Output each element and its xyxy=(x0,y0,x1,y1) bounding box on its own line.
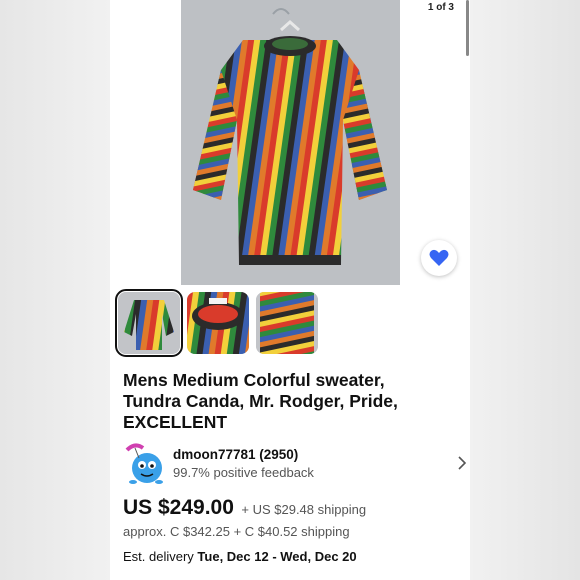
seller-avatar[interactable] xyxy=(123,440,167,486)
estimated-delivery: Est. delivery Tue, Dec 12 - Wed, Dec 20 xyxy=(123,549,357,564)
main-product-photo[interactable] xyxy=(181,0,400,285)
cartoon-avatar-icon xyxy=(125,443,163,484)
scrollbar[interactable] xyxy=(466,0,469,56)
listing-screen: 1 of 3 Mens Medium Colorful sweater, Tun… xyxy=(110,0,470,580)
background-right xyxy=(470,0,580,580)
thumb-collar xyxy=(187,292,249,354)
approx-price: approx. C $342.25 + C $40.52 shipping xyxy=(123,524,350,539)
sweater-illustration xyxy=(181,0,400,285)
delivery-dates: Tue, Dec 12 - Wed, Dec 20 xyxy=(197,549,357,564)
thumbnail-2[interactable] xyxy=(187,292,249,354)
background-left xyxy=(0,0,110,580)
thumbnail-1[interactable] xyxy=(115,289,183,357)
seller-feedback: 99.7% positive feedback xyxy=(173,465,314,480)
delivery-label: Est. delivery xyxy=(123,549,198,564)
watch-button[interactable] xyxy=(421,240,457,276)
seller-row[interactable]: dmoon77781 (2950) 99.7% positive feedbac… xyxy=(123,440,467,486)
price: US $249.00 xyxy=(123,496,234,519)
shipping-cost: + US $29.48 shipping xyxy=(241,502,367,517)
thumb-sleeve xyxy=(256,292,318,354)
image-counter: 1 of 3 xyxy=(427,2,454,13)
heart-icon xyxy=(429,249,449,266)
listing-title: Mens Medium Colorful sweater, Tundra Can… xyxy=(123,370,398,432)
image-gallery[interactable]: 1 of 3 xyxy=(110,0,470,285)
chevron-right-icon[interactable] xyxy=(457,456,467,470)
thumbnail-3[interactable] xyxy=(256,292,318,354)
price-row: US $249.00 + US $29.48 shipping xyxy=(123,496,366,520)
thumb-front xyxy=(118,292,180,354)
thumbnail-strip xyxy=(115,289,458,357)
seller-name[interactable]: dmoon77781 (2950) xyxy=(173,447,298,462)
